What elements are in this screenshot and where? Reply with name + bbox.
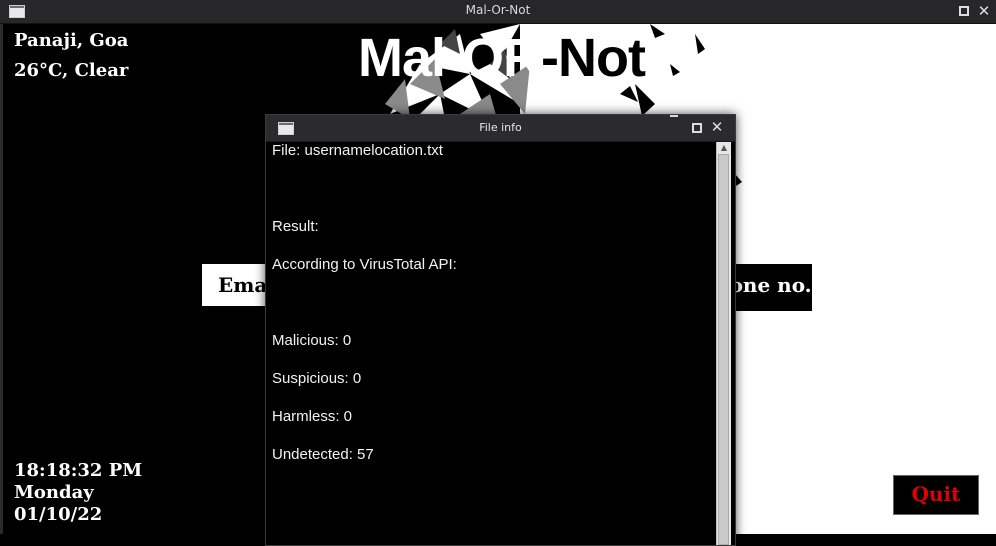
file-info-dialog: File info ✕ File: usernamelocation.txt R… <box>265 114 736 546</box>
scroll-thumb[interactable] <box>718 154 729 545</box>
dialog-titlebar[interactable]: File info ✕ <box>266 115 735 142</box>
time-label: 18:18:32 PM <box>14 460 143 481</box>
app-title-part3: -Not <box>541 28 646 88</box>
temperature-label: 26°C, Clear <box>14 60 129 81</box>
dialog-scrollbar[interactable]: ▲ <box>716 142 731 545</box>
close-icon[interactable]: ✕ <box>977 3 991 19</box>
suspicious-line: Suspicious: 0 <box>272 370 362 387</box>
window-title: Mal-Or-Not <box>465 3 531 17</box>
harmless-line: Harmless: 0 <box>272 408 353 425</box>
weather-widget: Panaji, Goa 26°C, Clear <box>14 26 128 86</box>
quit-button[interactable]: Quit <box>893 475 979 515</box>
app-title-part1: Mal- <box>358 28 463 88</box>
dialog-close-icon[interactable]: ✕ <box>710 119 724 135</box>
date-label: 01/10/22 <box>14 504 103 525</box>
location-label: Panaji, Goa <box>14 30 129 51</box>
dialog-title: File info <box>479 121 522 134</box>
source-line: According to VirusTotal API: <box>272 256 457 273</box>
app-title-part2: OR <box>462 28 542 88</box>
scroll-up-icon[interactable]: ▲ <box>717 142 731 154</box>
result-line: Result: <box>272 218 319 235</box>
file-name-line: File: usernamelocation.txt <box>272 142 443 159</box>
undetected-line: Undetected: 57 <box>272 446 374 463</box>
day-label: Monday <box>14 482 94 503</box>
clock-widget: 18:18:32 PM Monday 01/10/22 <box>14 460 142 526</box>
left-border <box>0 24 3 534</box>
malicious-line: Malicious: 0 <box>272 332 352 349</box>
main-titlebar: Mal-Or-Not ✕ <box>0 0 996 24</box>
dialog-text-area[interactable]: File: usernamelocation.txt Result: Accor… <box>266 142 716 545</box>
app-title: Mal-OR-Not <box>358 28 646 88</box>
